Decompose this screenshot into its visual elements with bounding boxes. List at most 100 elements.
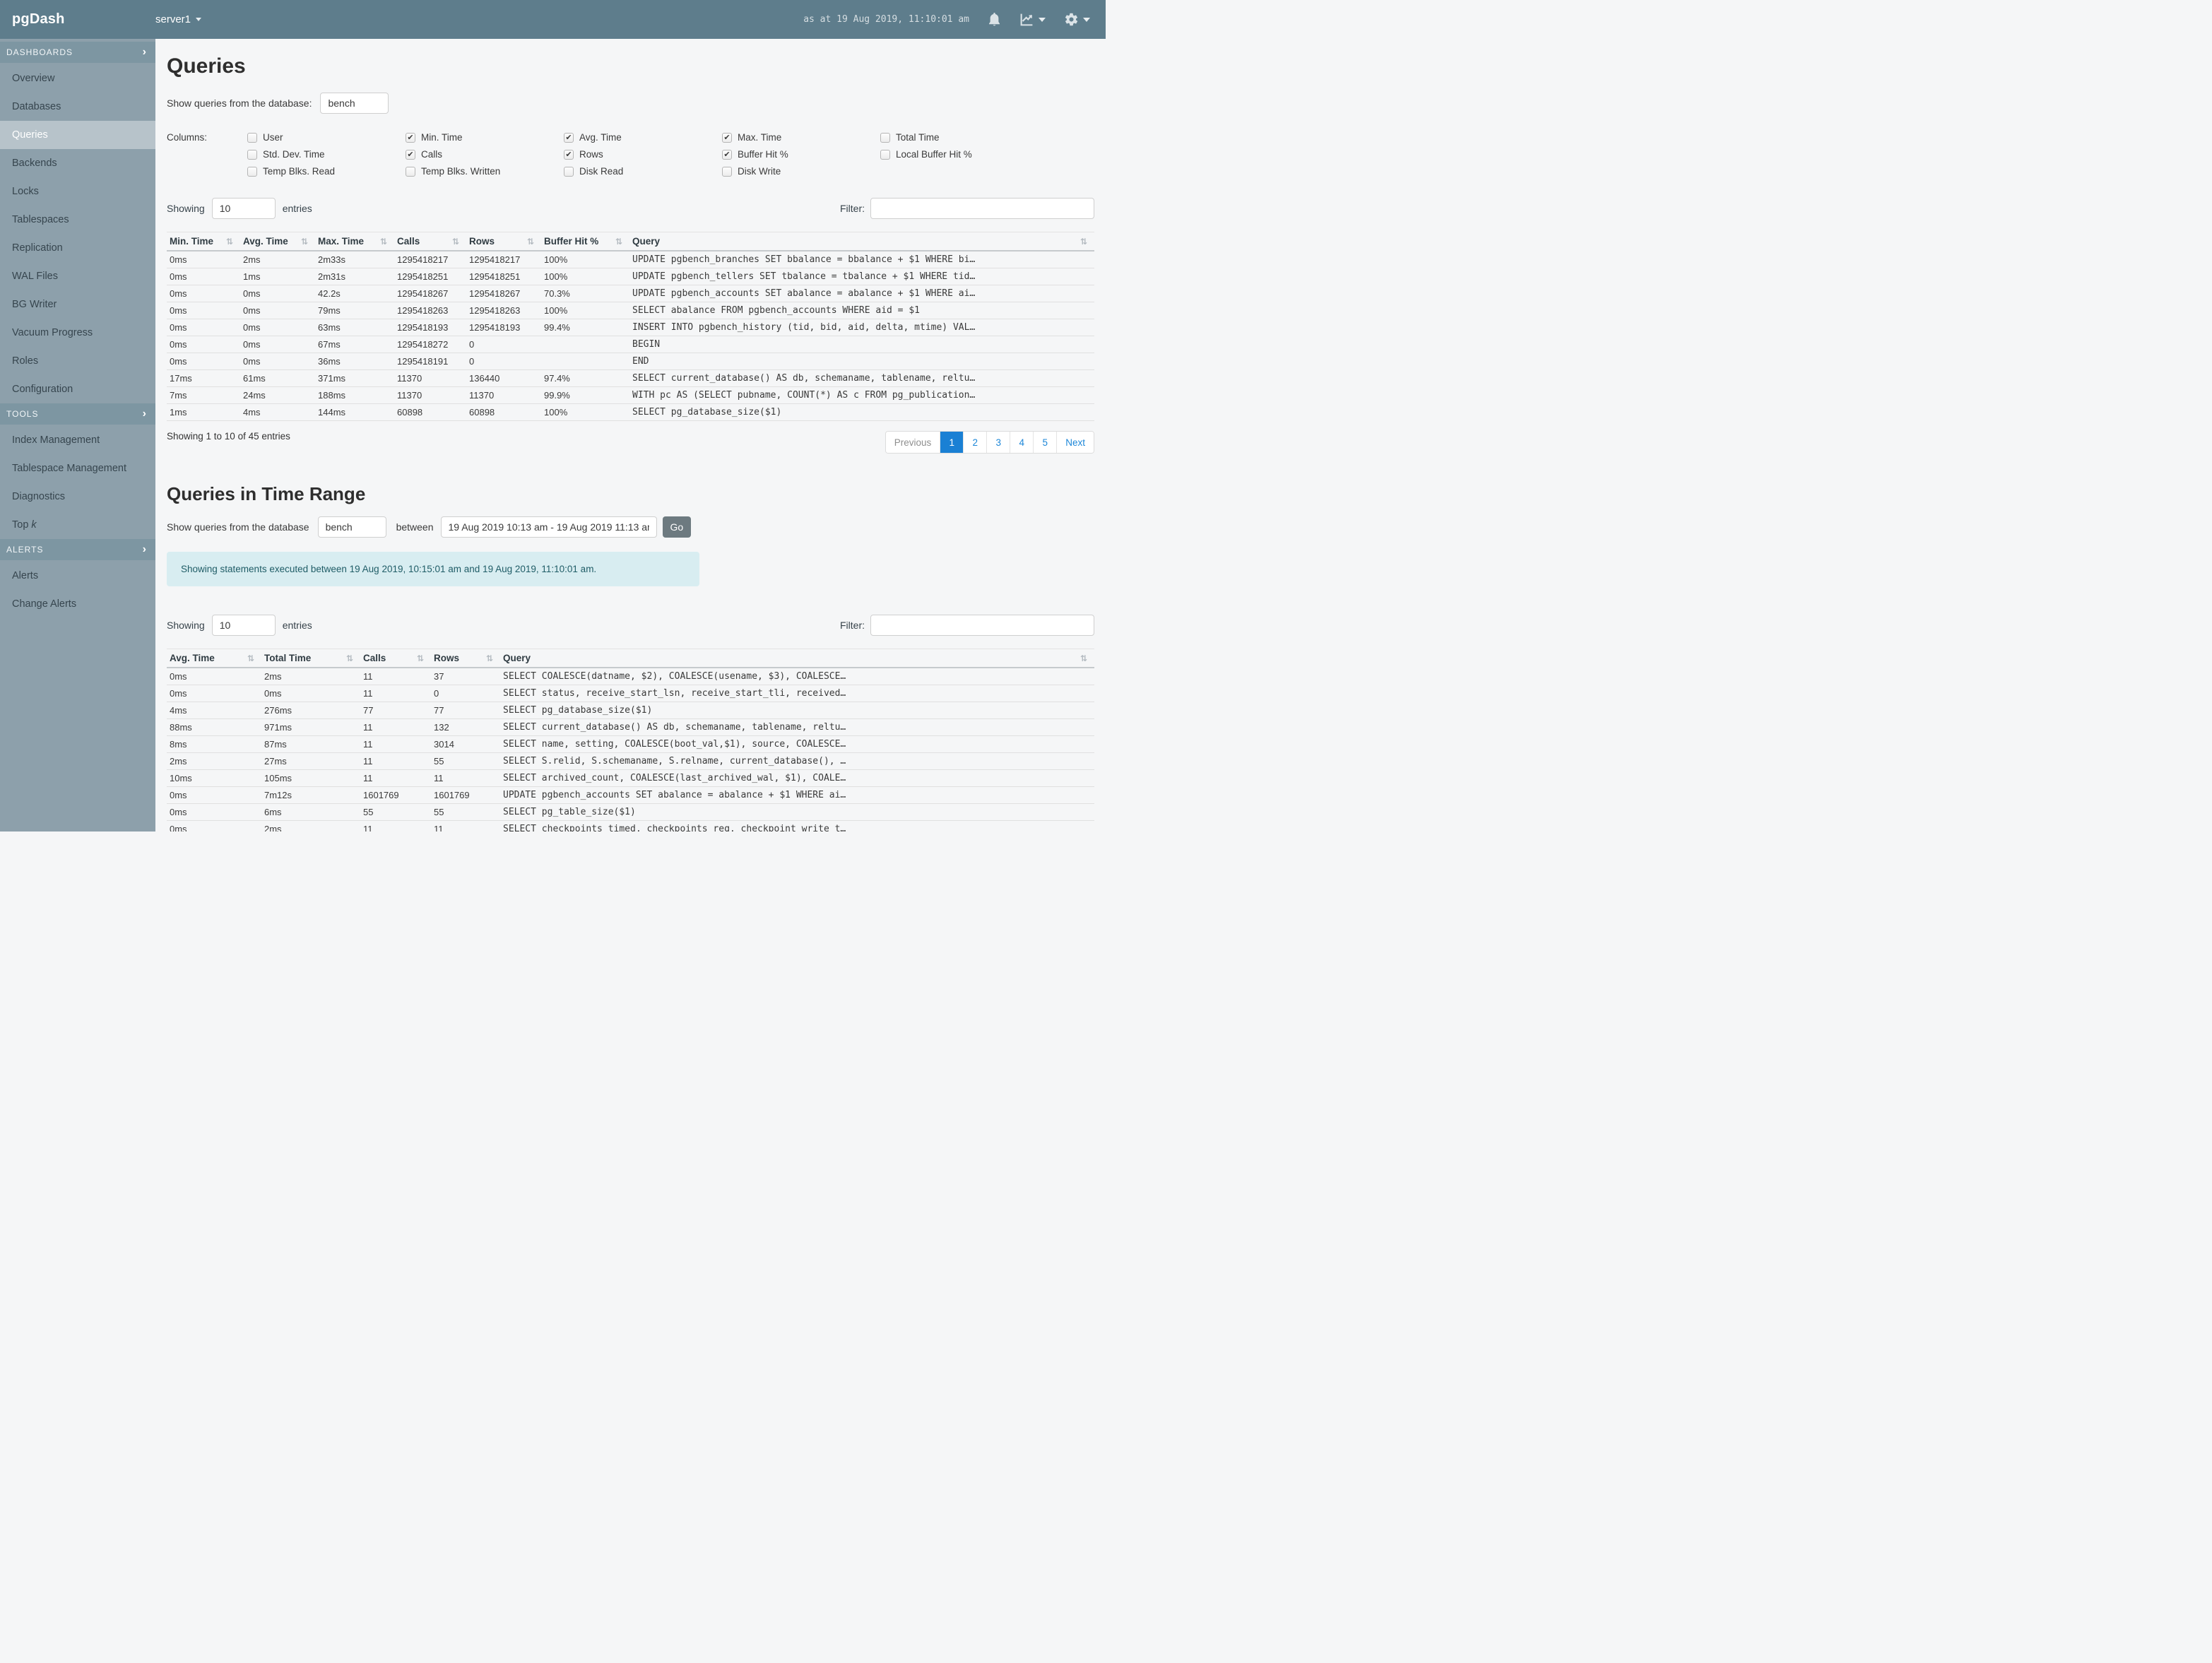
go-button[interactable]: Go [662, 516, 692, 538]
sidebar-item-alerts[interactable]: Alerts [0, 562, 155, 590]
column-checkbox-max-time[interactable]: ✔ Max. Time [722, 132, 880, 143]
sidebar-item-roles[interactable]: Roles [0, 347, 155, 375]
column-header-query[interactable]: Query ⇅ [629, 232, 1094, 251]
column-checkbox-user[interactable]: User [247, 132, 406, 143]
sidebar-item-wal-files[interactable]: WAL Files [0, 262, 155, 290]
column-header-total-time[interactable]: Total Time ⇅ [261, 649, 360, 668]
database-input-2[interactable] [317, 516, 386, 538]
query-link[interactable]: SELECT COALESCE(datname, $2), COALESCE(u… [500, 668, 1094, 685]
sidebar-section-tools[interactable]: TOOLS › [0, 403, 155, 425]
table-row: 0ms 2ms 11 37 SELECT COALESCE(datname, $2), … [167, 668, 1094, 685]
sidebar-item-tablespaces[interactable]: Tablespaces [0, 206, 155, 234]
entries-count-input[interactable] [211, 198, 276, 219]
column-header-avg-time[interactable]: Avg. Time ⇅ [240, 232, 315, 251]
column-header-rows[interactable]: Rows ⇅ [466, 232, 541, 251]
query-link[interactable]: SELECT status, receive_start_lsn, receiv… [500, 685, 1094, 702]
column-header-query[interactable]: Query ⇅ [500, 649, 1094, 668]
charts-menu-button[interactable] [1019, 12, 1046, 27]
checkbox-column: Total Time Local Buffer Hit % [880, 132, 1039, 177]
sidebar-item-vacuum-progress[interactable]: Vacuum Progress [0, 319, 155, 347]
pagination-page-3[interactable]: 3 [987, 432, 1011, 453]
sidebar-item-change-alerts[interactable]: Change Alerts [0, 590, 155, 618]
query-link[interactable]: SELECT checkpoints_timed, checkpoints_re… [500, 820, 1094, 832]
column-checkbox-std-dev-time[interactable]: Std. Dev. Time [247, 149, 406, 160]
pagination-next[interactable]: Next [1057, 432, 1094, 453]
query-link[interactable]: INSERT INTO pgbench_history (tid, bid, a… [629, 319, 1094, 336]
column-checkbox-local-buffer-hit[interactable]: Local Buffer Hit % [880, 149, 1039, 160]
column-checkbox-min-time[interactable]: ✔ Min. Time [406, 132, 564, 143]
checkbox-column: ✔ Min. Time ✔ Calls Temp Blks. Written [406, 132, 564, 177]
query-link[interactable]: UPDATE pgbench_accounts SET abalance = a… [629, 285, 1094, 302]
checkbox-unchecked-icon [564, 166, 574, 177]
pagination-page-1[interactable]: 1 [940, 432, 964, 453]
filter-input-2[interactable] [870, 615, 1094, 636]
sidebar-item-diagnostics[interactable]: Diagnostics [0, 483, 155, 511]
query-link[interactable]: SELECT pg_database_size($1) [500, 702, 1094, 719]
sidebar-item-configuration[interactable]: Configuration [0, 375, 155, 403]
column-checkbox-buffer-hit[interactable]: ✔ Buffer Hit % [722, 149, 880, 160]
pagination-page-4[interactable]: 4 [1010, 432, 1034, 453]
column-checkbox-temp-blks-read[interactable]: Temp Blks. Read [247, 166, 406, 177]
column-checkbox-calls[interactable]: ✔ Calls [406, 149, 564, 160]
pagination-page-2[interactable]: 2 [964, 432, 988, 453]
column-checkbox-disk-read[interactable]: Disk Read [564, 166, 722, 177]
column-header-buffer-hit[interactable]: Buffer Hit % ⇅ [541, 232, 629, 251]
settings-menu-button[interactable] [1064, 12, 1090, 27]
pagination: Previous 1 2 3 4 5 Next [885, 431, 1094, 454]
sidebar-item-overview[interactable]: Overview [0, 64, 155, 93]
column-checkbox-total-time[interactable]: Total Time [880, 132, 1039, 143]
sidebar-item-top-k[interactable]: Top k [0, 511, 155, 539]
database-input[interactable] [320, 93, 389, 114]
sidebar-item-tablespace-management[interactable]: Tablespace Management [0, 454, 155, 483]
column-header-min-time[interactable]: Min. Time ⇅ [167, 232, 240, 251]
query-link[interactable]: SELECT archived_count, COALESCE(last_arc… [500, 769, 1094, 787]
column-header-max-time[interactable]: Max. Time ⇅ [315, 232, 394, 251]
query-link[interactable]: UPDATE pgbench_tellers SET tbalance = tb… [629, 268, 1094, 285]
table-cell: 0ms [167, 820, 261, 832]
column-header-rows[interactable]: Rows ⇅ [431, 649, 500, 668]
query-link[interactable]: WITH pc AS (SELECT pubname, COUNT(*) AS … [629, 386, 1094, 404]
query-link[interactable]: SELECT current_database() AS db, scheman… [629, 369, 1094, 387]
query-link[interactable]: SELECT pg_table_size($1) [500, 803, 1094, 821]
column-checkbox-avg-time[interactable]: ✔ Avg. Time [564, 132, 722, 143]
sidebar-section-dashboards[interactable]: DASHBOARDS › [0, 42, 155, 63]
column-header-calls[interactable]: Calls ⇅ [360, 649, 431, 668]
column-checkbox-rows[interactable]: ✔ Rows [564, 149, 722, 160]
column-header-label: Calls [363, 653, 386, 663]
table-header-row: Min. Time ⇅ Avg. Time ⇅ Max. Time ⇅ Calls ⇅ Rows… [167, 232, 1094, 251]
column-checkbox-disk-write[interactable]: Disk Write [722, 166, 880, 177]
column-header-avg-time[interactable]: Avg. Time ⇅ [167, 649, 261, 668]
server-select[interactable]: server1 [155, 13, 202, 25]
app-logo[interactable]: pgDash [0, 11, 155, 28]
sidebar-item-replication[interactable]: Replication [0, 234, 155, 262]
query-link[interactable]: SELECT S.relid, S.schemaname, S.relname,… [500, 752, 1094, 770]
table-cell: 100% [541, 403, 629, 421]
query-link[interactable]: UPDATE pgbench_accounts SET abalance = a… [500, 786, 1094, 804]
entries-count-input-2[interactable] [211, 615, 276, 636]
query-link[interactable]: END [629, 353, 1094, 370]
sidebar-item-databases[interactable]: Databases [0, 93, 155, 121]
sidebar-section-alerts[interactable]: ALERTS › [0, 539, 155, 560]
checkbox-unchecked-icon [247, 132, 257, 143]
column-checkbox-temp-blks-written[interactable]: Temp Blks. Written [406, 166, 564, 177]
table-cell: 0ms [261, 685, 360, 702]
query-link[interactable]: SELECT abalance FROM pgbench_accounts WH… [629, 302, 1094, 319]
pagination-previous[interactable]: Previous [885, 432, 941, 453]
table-cell: 87ms [261, 735, 360, 753]
query-link[interactable]: SELECT pg_database_size($1) [629, 403, 1094, 421]
sidebar-item-bg-writer[interactable]: BG Writer [0, 290, 155, 319]
column-header-calls[interactable]: Calls ⇅ [394, 232, 466, 251]
sidebar-item-queries[interactable]: Queries [0, 121, 155, 149]
notifications-button[interactable] [988, 12, 1001, 27]
query-link[interactable]: UPDATE pgbench_branches SET bbalance = b… [629, 251, 1094, 268]
query-link[interactable]: BEGIN [629, 336, 1094, 353]
sidebar-item-index-management[interactable]: Index Management [0, 426, 155, 454]
time-range-input[interactable] [440, 516, 657, 538]
checkbox-unchecked-icon [247, 149, 257, 160]
filter-input[interactable] [870, 198, 1094, 219]
pagination-page-5[interactable]: 5 [1034, 432, 1058, 453]
query-link[interactable]: SELECT name, setting, COALESCE(boot_val,… [500, 735, 1094, 753]
sidebar-item-locks[interactable]: Locks [0, 177, 155, 206]
sidebar-item-backends[interactable]: Backends [0, 149, 155, 177]
query-link[interactable]: SELECT current_database() AS db, scheman… [500, 718, 1094, 736]
